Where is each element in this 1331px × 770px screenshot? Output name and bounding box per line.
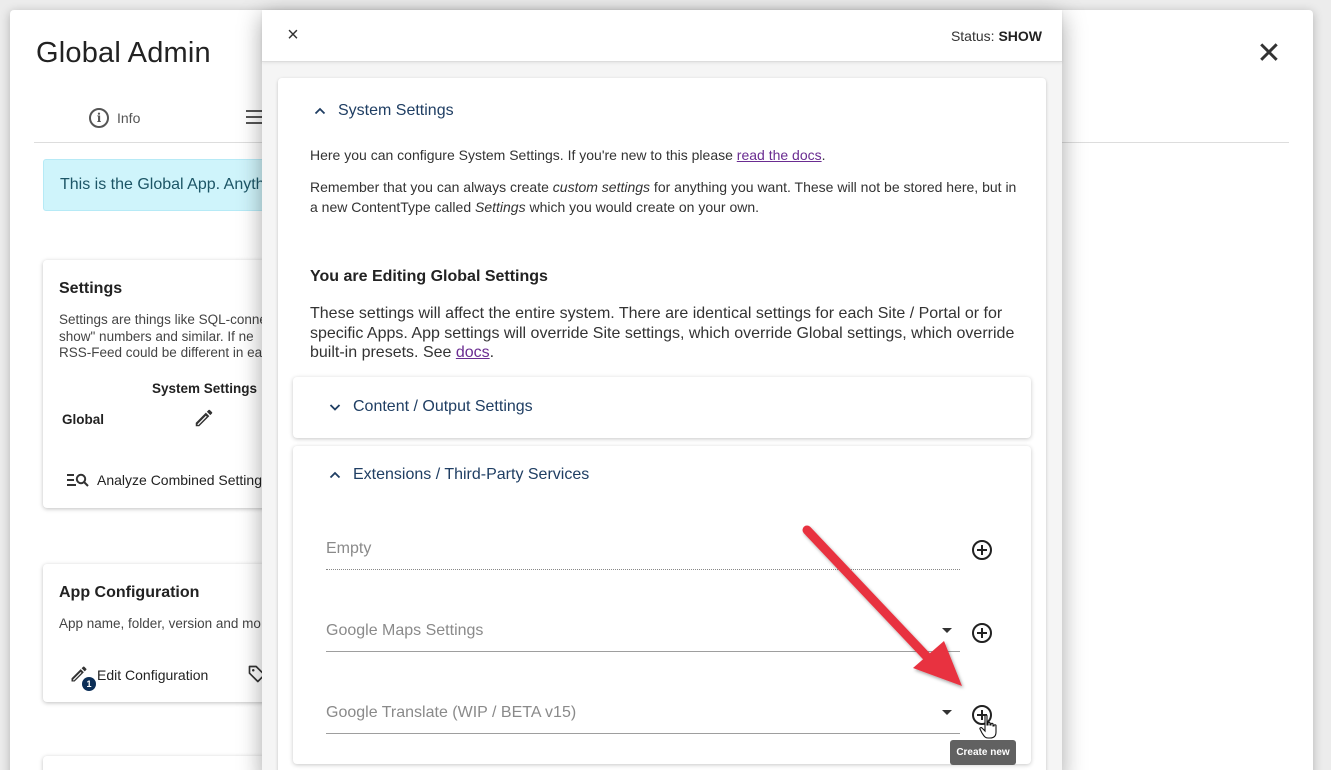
content-output-accordion: Content / Output Settings — [293, 377, 1031, 438]
close-icon[interactable]: × — [282, 24, 304, 46]
edit-configuration-button[interactable]: 1 Edit Configuration — [69, 664, 209, 691]
tab-info[interactable]: i Info — [89, 108, 140, 128]
info-alert: This is the Global App. Anything — [43, 159, 283, 211]
google-translate-label: Google Translate (WIP / BETA v15) — [326, 704, 577, 721]
editing-heading: You are Editing Global Settings — [310, 268, 548, 285]
chevron-up-icon — [314, 107, 326, 115]
add-circle-icon[interactable] — [971, 622, 993, 644]
intro-line-1: Here you can configure System Settings. … — [310, 147, 826, 163]
dropdown-caret-icon[interactable] — [942, 628, 952, 633]
system-settings-dialog: × Status: SHOW System Settings Here you … — [262, 10, 1062, 770]
close-icon[interactable]: ✕ — [1255, 39, 1283, 69]
field-underline — [326, 733, 960, 734]
google-maps-settings-select[interactable]: Google Maps Settings — [326, 612, 960, 652]
info-icon: i — [89, 108, 109, 128]
read-the-docs-link[interactable]: read the docs — [737, 147, 822, 163]
app-config-title: App Configuration — [59, 584, 200, 601]
dropdown-caret-icon[interactable] — [942, 710, 952, 715]
system-settings-title: System Settings — [338, 102, 454, 119]
tab-info-label: Info — [117, 110, 141, 126]
app-configuration-card: App Configuration App name, folder, vers… — [43, 564, 283, 702]
settings-card-description: Settings are things like SQL-connec show… — [59, 312, 274, 360]
empty-field: Empty — [326, 530, 960, 570]
edit-configuration-label: Edit Configuration — [97, 667, 209, 683]
chevron-up-icon — [329, 471, 341, 479]
field-underline — [326, 651, 960, 652]
editing-description: These settings will affect the entire sy… — [310, 305, 1015, 361]
app-config-description: App name, folder, version and mo — [59, 616, 261, 631]
system-settings-column-header: System Settings — [152, 381, 258, 396]
status-label: Status: — [950, 28, 995, 44]
count-badge: 1 — [82, 677, 96, 691]
extensions-accordion: Extensions / Third-Party Services Empty … — [293, 446, 1031, 764]
create-new-tooltip: Create new — [950, 740, 1016, 765]
analyze-combined-settings-button[interactable]: Analyze Combined Settings — [67, 472, 269, 488]
field-underline — [326, 569, 960, 570]
google-maps-label: Google Maps Settings — [326, 622, 484, 639]
manage-search-icon — [67, 473, 89, 487]
docs-link[interactable]: docs — [456, 344, 490, 361]
card-partial — [43, 756, 283, 770]
extensions-title: Extensions / Third-Party Services — [353, 466, 590, 483]
page-title: Global Admin — [36, 37, 211, 69]
edit-pencil-icon[interactable] — [193, 407, 215, 429]
content-output-accordion-header[interactable]: Content / Output Settings — [329, 398, 533, 416]
extensions-accordion-header[interactable]: Extensions / Third-Party Services — [329, 466, 589, 484]
add-circle-icon[interactable] — [971, 539, 993, 561]
status-value: SHOW — [998, 28, 1042, 44]
intro-paragraph: Remember that you can always create cust… — [310, 179, 1017, 215]
content-output-title: Content / Output Settings — [353, 398, 533, 415]
global-row-label: Global — [62, 412, 105, 427]
google-translate-select[interactable]: Google Translate (WIP / BETA v15) — [326, 694, 960, 734]
analyze-label: Analyze Combined Settings — [97, 472, 269, 488]
settings-card-title: Settings — [59, 280, 123, 297]
system-settings-accordion-header[interactable]: System Settings — [314, 102, 454, 120]
dialog-header: × Status: SHOW — [262, 10, 1062, 62]
settings-card: Settings Settings are things like SQL-co… — [43, 260, 283, 508]
chevron-down-icon — [329, 404, 341, 411]
hand-cursor-icon — [979, 714, 997, 739]
status-indicator: Status: SHOW — [951, 28, 1042, 44]
settings-panel: System Settings Here you can configure S… — [278, 78, 1046, 770]
empty-field-label: Empty — [326, 540, 372, 557]
